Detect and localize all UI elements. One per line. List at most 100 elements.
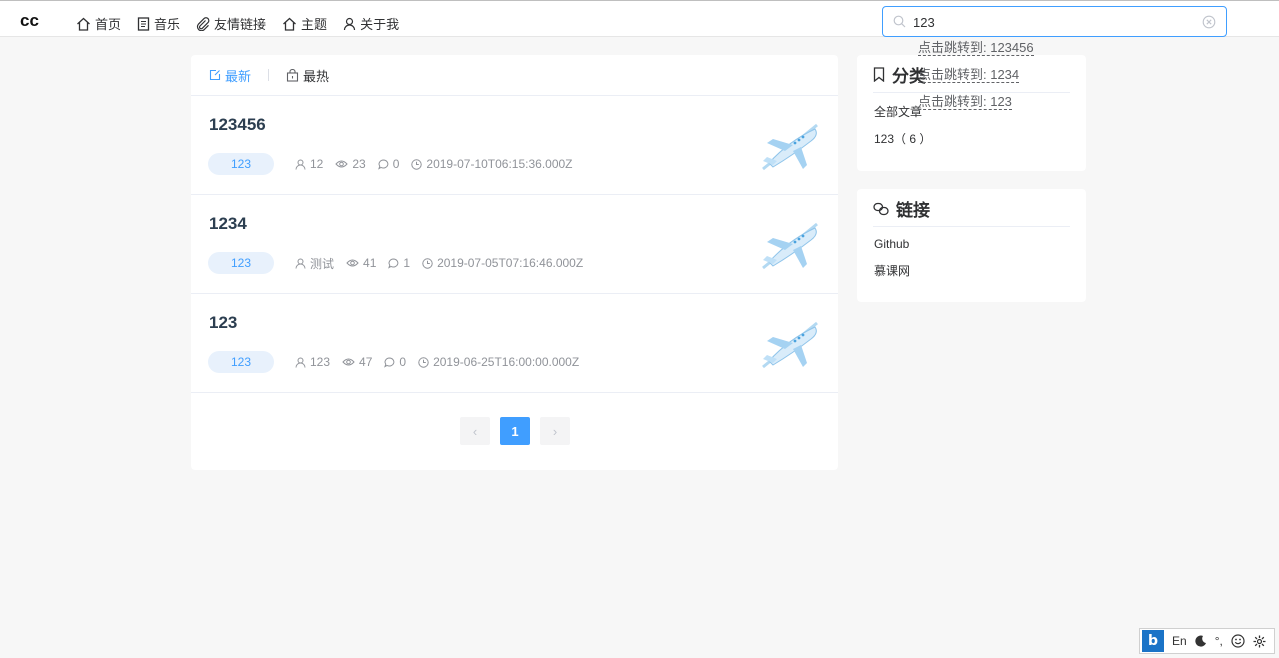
tab-label: 最热 [303,68,330,84]
paperclip-icon [196,16,210,31]
sort-tabs: 最新 最热 [191,55,838,96]
tab-hottest[interactable]: 最热 [286,66,329,85]
article-meta: 123 12 23 0 2019-07-10T06:15:36.000Z [208,153,585,175]
search-icon [893,15,906,28]
site-logo[interactable]: cc [20,11,39,31]
next-page-button[interactable]: › [540,417,570,445]
prev-page-button[interactable]: ‹ [460,417,490,445]
suggestion-item[interactable]: 点击跳转到: 123 [918,93,1034,120]
links-title: 链接 [896,201,930,220]
home-icon [77,17,90,31]
settings-icon[interactable] [1253,635,1266,648]
eye-icon [335,160,349,168]
pagination: ‹ 1 › [460,417,580,445]
comments: 0 [377,157,400,171]
links-card: 链接 Github 慕课网 [857,189,1086,302]
views: 47 [342,355,372,369]
links-header: 链接 [873,189,1070,227]
airplane-thumbnail-icon [762,222,818,270]
publish-date: 2019-07-10T06:15:36.000Z [411,157,573,171]
nav-label: 主题 [301,17,328,32]
view-count: 41 [363,256,377,270]
article-list-card: 最新 最热 123456 123 12 23 0 2019-07-10T06:1… [191,55,838,470]
comments: 1 [388,256,410,270]
author-name: 12 [310,157,324,171]
article-item[interactable]: 123456 123 12 23 0 2019-07-10T06:15:36.0… [191,96,838,195]
eye-icon [346,259,359,267]
clock-icon [418,356,429,368]
comments: 0 [384,355,406,369]
external-link[interactable]: Github [874,231,1086,258]
author: 测试 [295,255,334,272]
tab-latest[interactable]: 最新 [209,66,251,85]
bag-icon [286,68,299,82]
publish-date: 2019-07-05T07:16:46.000Z [422,256,583,270]
nav-item-theme[interactable]: 主题 [282,14,327,33]
home-icon [283,17,296,31]
comment-count: 0 [399,355,407,369]
ime-toolbar: b En °, [1139,628,1275,654]
search-box[interactable] [882,6,1227,37]
comment-count: 0 [392,157,400,171]
comment-icon [377,158,389,170]
category-tag[interactable]: 123 [208,252,274,274]
nav-item-friend-links[interactable]: 友情链接 [196,14,266,33]
clock-icon [411,158,423,170]
date-text: 2019-07-10T06:15:36.000Z [426,157,573,171]
nav-item-music[interactable]: 音乐 [137,14,180,33]
user-icon [295,258,306,269]
document-icon [137,16,150,31]
top-navbar: cc 首页 音乐 友情链接 主题 关于我 [0,0,1279,37]
article-item[interactable]: 123 123 123 47 0 2019-06-25T16:00:00.000… [191,294,838,393]
article-title[interactable]: 123456 [209,115,266,135]
search-suggestions: 点击跳转到: 123456 点击跳转到: 1234 点击跳转到: 123 [918,39,1034,120]
author: 123 [295,355,330,369]
tab-label: 最新 [225,68,252,84]
nav-item-about[interactable]: 关于我 [343,14,399,33]
airplane-thumbnail-icon [762,123,818,171]
user-icon [295,357,306,368]
ime-punctuation-toggle[interactable]: °, [1215,634,1223,648]
main-nav: 首页 音乐 友情链接 主题 关于我 [76,14,415,33]
article-meta: 123 123 47 0 2019-06-25T16:00:00.000Z [208,351,591,373]
category-link[interactable]: 123（ 6 ） [874,126,1086,153]
ime-logo[interactable]: b [1142,630,1164,652]
airplane-thumbnail-icon [762,321,818,369]
nav-label: 友情链接 [214,17,267,32]
author-name: 123 [310,355,331,369]
moon-icon[interactable] [1195,635,1207,647]
external-link[interactable]: 慕课网 [874,258,1086,285]
nav-item-home[interactable]: 首页 [76,14,121,33]
article-title[interactable]: 1234 [209,214,247,234]
bookmark-icon [873,67,885,82]
nav-label: 首页 [95,17,122,32]
view-count: 23 [352,157,366,171]
tab-divider [268,69,270,81]
eye-icon [342,358,355,366]
comment-count: 1 [403,256,411,270]
article-item[interactable]: 1234 123 测试 41 1 2019-07-05T07:16:46.000… [191,195,838,294]
category-tag[interactable]: 123 [208,153,274,175]
edit-icon [209,69,221,81]
suggestion-item[interactable]: 点击跳转到: 1234 [918,66,1034,93]
comment-icon [384,356,395,368]
chain-link-icon [873,202,889,215]
date-text: 2019-06-25T16:00:00.000Z [433,355,580,369]
article-title[interactable]: 123 [209,313,237,333]
views: 23 [335,157,366,171]
suggestion-item[interactable]: 点击跳转到: 123456 [918,39,1034,66]
smiley-icon[interactable] [1231,634,1245,648]
view-count: 47 [359,355,373,369]
author-name: 测试 [310,256,335,271]
user-icon [295,159,306,170]
nav-label: 关于我 [360,17,400,32]
page-number-button[interactable]: 1 [500,417,530,445]
views: 41 [346,256,376,270]
date-text: 2019-07-05T07:16:46.000Z [437,256,584,270]
publish-date: 2019-06-25T16:00:00.000Z [418,355,579,369]
search-input[interactable] [913,13,1193,31]
clear-icon[interactable] [1202,15,1216,29]
ime-language-toggle[interactable]: En [1172,634,1187,648]
category-tag[interactable]: 123 [208,351,274,373]
author: 12 [295,157,323,171]
